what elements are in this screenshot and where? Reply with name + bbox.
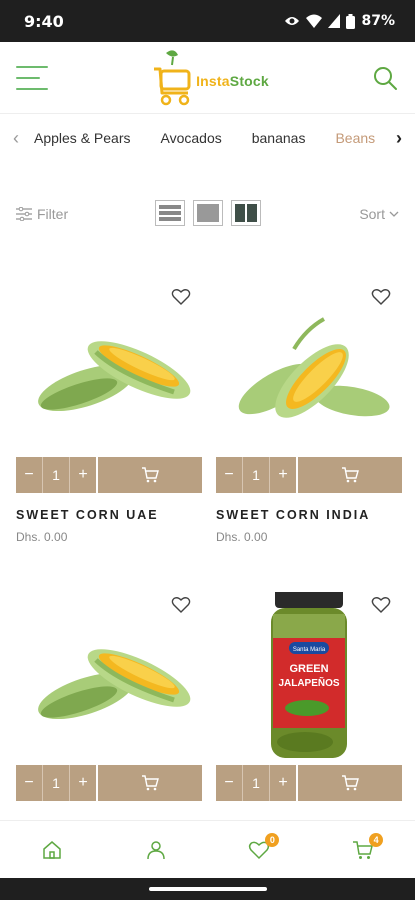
view-toggles — [155, 200, 261, 226]
filter-button[interactable]: Filter — [16, 206, 68, 222]
decrease-qty-button[interactable]: − — [16, 765, 42, 801]
app-logo[interactable]: InstaStock — [152, 49, 269, 107]
category-avocados[interactable]: Avocados — [161, 130, 222, 146]
category-bananas[interactable]: bananas — [252, 130, 306, 146]
corn-image — [38, 649, 191, 720]
app-header: InstaStock — [0, 42, 415, 114]
decrease-qty-button[interactable]: − — [216, 765, 242, 801]
quantity-stepper: − 1 + — [16, 457, 96, 493]
jar-label-line2: JALAPEÑOS — [278, 676, 339, 689]
product-image[interactable] — [16, 592, 202, 762]
list-view-button[interactable] — [155, 200, 185, 226]
logo-text: InstaStock — [196, 72, 269, 89]
category-apples-pears[interactable]: Apples & Pears — [34, 130, 131, 146]
quantity-value[interactable]: 1 — [242, 765, 270, 801]
quantity-value[interactable]: 1 — [242, 457, 270, 493]
cart-logo-icon — [154, 49, 191, 105]
single-view-button[interactable] — [193, 200, 223, 226]
corn-image — [38, 341, 191, 412]
status-time: 9:40 — [24, 11, 64, 31]
gesture-bar — [0, 878, 415, 900]
quantity-value[interactable]: 1 — [42, 457, 70, 493]
product-name[interactable]: SWEET CORN UAE — [16, 508, 159, 522]
jar-label-line1: GREEN — [289, 663, 328, 675]
quantity-stepper: − 1 + — [16, 765, 96, 801]
user-icon — [146, 840, 165, 859]
status-icons: 87% — [284, 13, 395, 29]
jar-brand: Santa Maria — [293, 647, 326, 653]
search-icon[interactable] — [371, 64, 399, 92]
heart-icon[interactable] — [370, 594, 392, 616]
cart-icon — [342, 775, 359, 791]
product-image[interactable]: Santa Maria GREEN JALAPEÑOS — [216, 592, 402, 762]
battery-icon — [346, 13, 356, 29]
single-view-icon — [197, 204, 219, 222]
increase-qty-button[interactable]: + — [270, 765, 296, 801]
add-to-cart-button[interactable] — [98, 457, 202, 493]
product-image[interactable] — [16, 284, 202, 454]
add-to-cart-button[interactable] — [298, 457, 402, 493]
add-to-cart-row: − 1 + — [216, 457, 402, 493]
bottom-nav: 0 4 — [0, 820, 415, 878]
product-price: Dhs. 0.00 — [216, 530, 268, 544]
sort-label: Sort — [359, 206, 385, 222]
quantity-stepper: − 1 + — [216, 765, 296, 801]
list-toolbar: Filter Sort — [0, 198, 415, 230]
jalapeno-jar-image: Santa Maria GREEN JALAPEÑOS — [271, 592, 347, 758]
menu-button[interactable] — [16, 65, 50, 90]
category-beans[interactable]: Beans — [335, 130, 375, 146]
chevron-right-icon: › — [396, 127, 402, 148]
product-price: Dhs. 0.00 — [16, 530, 68, 544]
sort-button[interactable]: Sort — [359, 206, 399, 222]
add-to-cart-button[interactable] — [298, 765, 402, 801]
product-image[interactable] — [216, 284, 402, 454]
quantity-value[interactable]: 1 — [42, 765, 70, 801]
category-next-button[interactable]: › — [383, 128, 415, 149]
grid-view-button[interactable] — [231, 200, 261, 226]
add-to-cart-button[interactable] — [98, 765, 202, 801]
increase-qty-button[interactable]: + — [70, 457, 96, 493]
wishlist-badge: 0 — [265, 832, 280, 847]
wifi-icon — [306, 14, 323, 28]
list-view-icon — [159, 205, 181, 221]
cart-icon — [142, 775, 159, 791]
decrease-qty-button[interactable]: − — [16, 457, 42, 493]
nav-wishlist[interactable]: 0 — [239, 830, 280, 870]
product-name[interactable]: SWEET CORN INDIA — [216, 508, 370, 522]
filter-label: Filter — [37, 206, 69, 222]
nav-home[interactable] — [32, 830, 72, 870]
add-to-cart-row: − 1 + — [16, 457, 202, 493]
home-icon — [43, 840, 61, 859]
nav-account[interactable] — [136, 830, 176, 870]
add-to-cart-row: − 1 + — [16, 765, 202, 801]
menu-icon — [16, 65, 48, 68]
grid-view-icon — [235, 204, 257, 222]
status-bar: 9:40 87% — [0, 0, 415, 42]
heart-icon[interactable] — [370, 286, 392, 308]
cart-icon — [342, 467, 359, 483]
signal-icon — [328, 14, 341, 28]
chevron-left-icon: ‹ — [13, 127, 19, 148]
increase-qty-button[interactable]: + — [270, 457, 296, 493]
decrease-qty-button[interactable]: − — [216, 457, 242, 493]
corn-image — [238, 317, 390, 418]
add-to-cart-row: − 1 + — [216, 765, 402, 801]
heart-icon[interactable] — [170, 286, 192, 308]
eye-icon — [285, 17, 300, 25]
home-gesture-pill[interactable] — [148, 887, 267, 891]
cart-badge: 4 — [369, 832, 384, 847]
category-list: Apples & Pears Avocados bananas Beans — [32, 130, 383, 146]
increase-qty-button[interactable]: + — [70, 765, 96, 801]
category-prev-button[interactable]: ‹ — [0, 128, 32, 149]
filter-icon — [16, 207, 32, 221]
nav-cart[interactable]: 4 — [343, 830, 384, 870]
battery-percent: 87% — [361, 13, 395, 29]
quantity-stepper: − 1 + — [216, 457, 296, 493]
heart-icon[interactable] — [170, 594, 192, 616]
chevron-down-icon — [389, 211, 399, 217]
category-bar: ‹ Apples & Pears Avocados bananas Beans … — [0, 116, 415, 160]
cart-icon — [142, 467, 159, 483]
